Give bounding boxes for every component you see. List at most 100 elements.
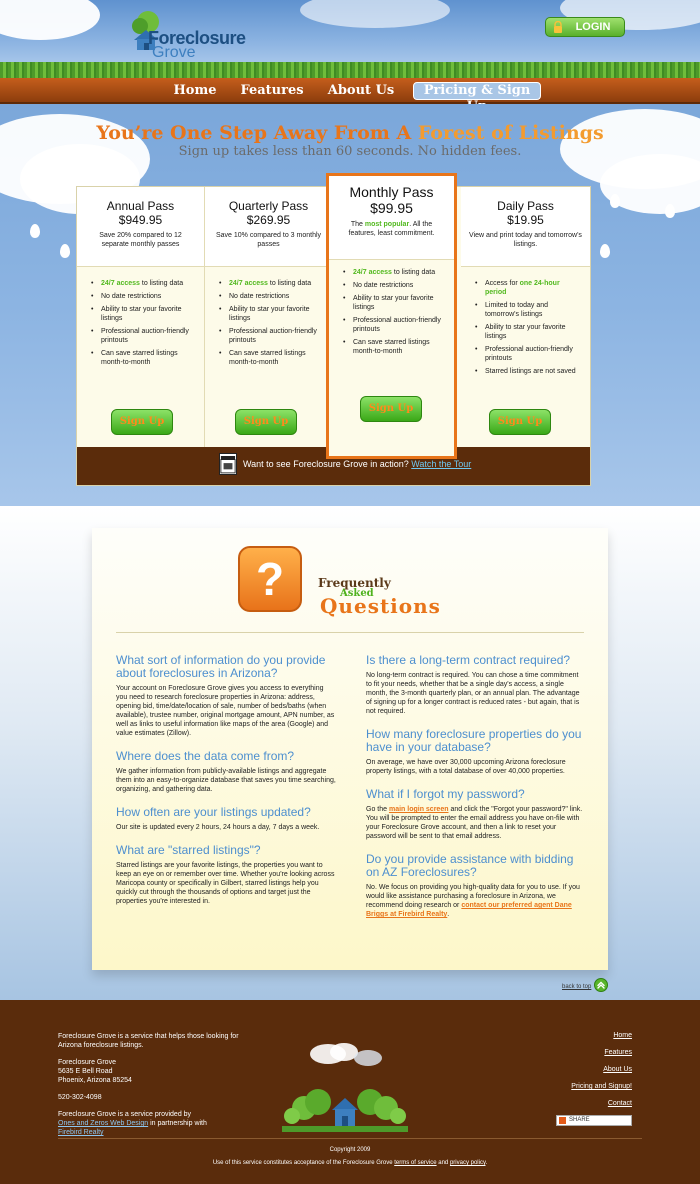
plan-price: $99.95 [370, 200, 413, 216]
faq-answer: Your account on Foreclosure Grove gives … [116, 685, 335, 737]
main-login-link[interactable]: main login screen [389, 806, 449, 813]
raindrop [600, 244, 610, 258]
feature-item: 24/7 access to listing data [343, 268, 449, 277]
faq-question: What sort of information do you provide … [116, 653, 326, 680]
faq-answer: Our site is updated every 2 hours, 24 ho… [116, 824, 320, 831]
faq-question: Do you provide assistance with bidding o… [366, 852, 574, 879]
plan-price: $949.95 [118, 213, 163, 227]
back-to-top-icon[interactable] [594, 978, 608, 992]
faq-answer: On average, we have over 30,000 upcoming… [366, 759, 566, 775]
site-logo[interactable]: Foreclosure Grove [128, 6, 278, 62]
faq-answer: Go the main login screen and click the "… [366, 806, 583, 840]
feature-item: Access for one 24-hour period [475, 279, 581, 297]
feature-item: Professional auction-friendly printouts [475, 345, 581, 363]
feature-item: Ability to star your favorite listings [475, 323, 581, 341]
signup-button-quarterly[interactable]: Sign Up [235, 409, 297, 435]
feature-item: Limited to today and tomorrow's listings [475, 301, 581, 319]
headline-part1: You’re One Step Away From A [96, 122, 418, 144]
footer-link-features[interactable]: Features [571, 1049, 632, 1056]
logo-text-grove: Grove [152, 44, 196, 61]
faq-item: What sort of information do you provide … [116, 654, 336, 738]
raindrop [610, 194, 620, 208]
plan-header: Daily Pass $19.95 View and print today a… [461, 187, 590, 267]
footer-link-pricing-signup[interactable]: Pricing and Signup! [571, 1083, 632, 1090]
terms-of-service-link[interactable]: terms of service [394, 1160, 436, 1166]
footer-credit: Foreclosure Grove is a service provided … [58, 1111, 207, 1136]
plan-monthly: Monthly Pass $99.95 The most popular. Al… [326, 173, 457, 459]
watch-tour-link[interactable]: Watch the Tour [411, 459, 471, 469]
plan-quarterly: Quarterly Pass $269.95 Save 10% compared… [205, 187, 333, 447]
footer-link-contact[interactable]: Contact [571, 1100, 632, 1107]
faq-answer: No long-term contract is required. You c… [366, 672, 580, 715]
login-label: LOGIN [575, 21, 611, 33]
nav-pricing-signup[interactable]: Pricing & Sign Up [413, 82, 541, 114]
pricing-table: Annual Pass $949.95 Save 20% compared to… [76, 173, 591, 486]
pricing-section: You’re One Step Away From A Forest of Li… [0, 104, 700, 506]
feature-item: Can save starred listings month-to-month [219, 349, 325, 367]
divider [116, 632, 584, 633]
faq-item: What are "starred listings"? Starred lis… [116, 844, 336, 906]
faq-question: What are "starred listings"? [116, 843, 261, 857]
header-grass [0, 62, 700, 78]
faq-column-left: What sort of information do you provide … [116, 654, 336, 918]
feature-item: No date restrictions [219, 292, 325, 301]
video-clapper-icon [219, 453, 237, 475]
header-cloud [300, 0, 450, 28]
plan-features: 24/7 access to listing data No date rest… [91, 279, 197, 371]
main-nav: Home Features About Us Pricing & Sign Up [0, 78, 700, 114]
plan-note: View and print today and tomorrow's list… [469, 232, 582, 248]
share-label: SHARE [569, 1117, 590, 1123]
faq-answer: Starred listings are your favorite listi… [116, 862, 335, 905]
plan-features: 24/7 access to listing data No date rest… [219, 279, 325, 371]
faq-question: Where does the data come from? [116, 749, 295, 763]
feature-item: Professional auction-friendly printouts [343, 316, 449, 334]
privacy-policy-link[interactable]: privacy policy [450, 1160, 486, 1166]
feature-item: Ability to star your favorite listings [91, 305, 197, 323]
plan-features: 24/7 access to listing data No date rest… [343, 268, 449, 360]
raindrop [640, 174, 650, 188]
firebird-realty-link[interactable]: Firebird Realty [58, 1129, 104, 1136]
faq-item: Is there a long-term contract required? … [366, 654, 586, 716]
plan-name: Quarterly Pass [228, 199, 309, 213]
footer-links: Home Features About Us Pricing and Signu… [571, 1032, 632, 1117]
nav-features[interactable]: Features [238, 82, 306, 100]
login-button[interactable]: LOGIN [545, 17, 625, 37]
plan-features: Access for one 24-hour period Limited to… [475, 279, 581, 380]
footer-terms: Use of this service constitutes acceptan… [212, 1160, 488, 1166]
footer-address: Foreclosure Grove 5635 E Bell Road Phoen… [58, 1059, 132, 1084]
feature-item: Can save starred listings month-to-month [91, 349, 197, 367]
raindrop [665, 204, 675, 218]
footer-link-home[interactable]: Home [571, 1032, 632, 1039]
plan-note: Save 20% compared to 12 separate monthly… [99, 232, 182, 248]
faq-heading-questions: Questions [320, 594, 441, 618]
signup-button-monthly[interactable]: Sign Up [360, 396, 422, 422]
footer-grove-illustration [282, 1043, 408, 1132]
feature-item: Ability to star your favorite listings [219, 305, 325, 323]
signup-button-annual[interactable]: Sign Up [111, 409, 173, 435]
footer-link-about-us[interactable]: About Us [571, 1066, 632, 1073]
faq-box: ? Frequently Asked Questions What sort o… [92, 528, 608, 970]
faq-question: What if I forgot my password? [366, 787, 525, 801]
plan-price: $19.95 [507, 213, 544, 227]
ones-and-zeros-link[interactable]: Ones and Zeros Web Design [58, 1120, 148, 1127]
nav-about-us[interactable]: About Us [326, 82, 396, 100]
plan-name: Annual Pass [106, 199, 175, 213]
faq-item: What if I forgot my password? Go the mai… [366, 788, 586, 841]
faq-answer: No. We focus on providing you high-quali… [366, 884, 580, 918]
pricing-headline: You’re One Step Away From A Forest of Li… [0, 122, 700, 144]
feature-item: No date restrictions [91, 292, 197, 301]
signup-button-daily[interactable]: Sign Up [489, 409, 551, 435]
share-button[interactable]: SHARE [556, 1115, 632, 1126]
footer-info: Foreclosure Grove is a service that help… [58, 1032, 258, 1145]
plan-header: Quarterly Pass $269.95 Save 10% compared… [205, 187, 332, 267]
back-to-top-link[interactable]: back to top [562, 984, 591, 990]
feature-item: Starred listings are not saved [475, 367, 581, 376]
feature-item: 24/7 access to listing data [91, 279, 197, 288]
faq-item: Where does the data come from? We gather… [116, 750, 336, 794]
feature-item: Professional auction-friendly printouts [91, 327, 197, 345]
faq-item: Do you provide assistance with bidding o… [366, 853, 586, 919]
headline-highlight: Forest of Listings [417, 122, 604, 144]
plan-annual: Annual Pass $949.95 Save 20% compared to… [77, 187, 205, 447]
faq-column-right: Is there a long-term contract required? … [366, 654, 586, 931]
nav-home[interactable]: Home [170, 82, 220, 100]
